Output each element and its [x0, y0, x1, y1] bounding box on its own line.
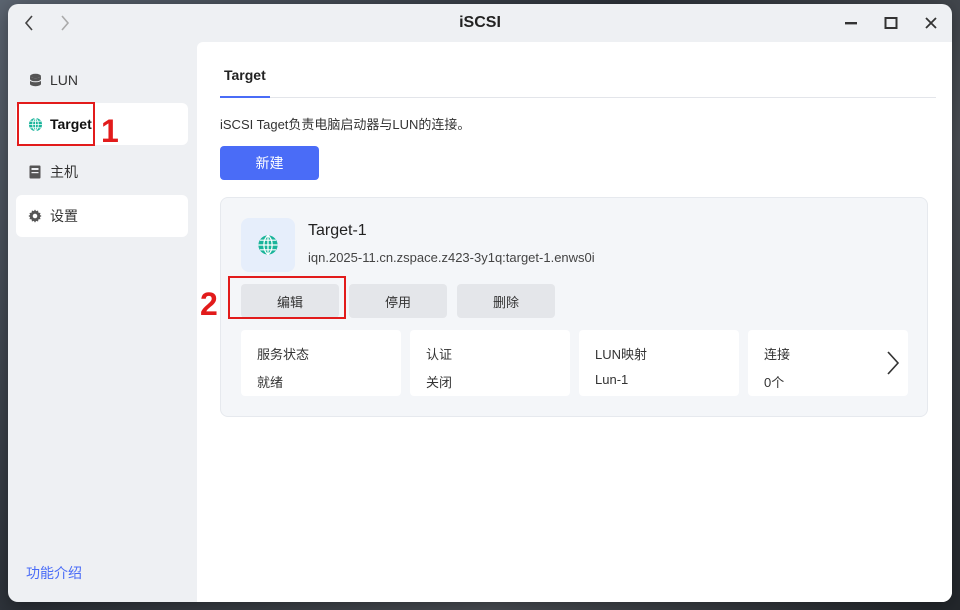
database-icon [27, 72, 43, 88]
annotation-box-edit [228, 276, 346, 319]
stat-service-status: 服务状态 就绪 [241, 330, 401, 396]
close-icon [925, 17, 937, 29]
target-icon-tile [241, 218, 295, 272]
sidebar-item-lun[interactable]: LUN [16, 59, 188, 101]
target-iqn: iqn.2025-11.cn.zspace.z423-3y1q:target-1… [308, 250, 595, 265]
maximize-button[interactable] [878, 12, 904, 34]
chevron-right-icon [887, 351, 900, 375]
delete-button[interactable]: 删除 [457, 284, 555, 318]
stat-value: 关闭 [426, 375, 453, 390]
sidebar-item-label: 设置 [50, 208, 78, 224]
stat-label: 服务状态 [257, 347, 310, 362]
target-name: Target-1 [308, 222, 367, 239]
sidebar-item-label: 主机 [50, 164, 78, 180]
new-target-button[interactable]: 新建 [220, 146, 319, 180]
title-bar: iSCSI [8, 4, 952, 42]
iscsi-window: iSCSI LUN Target 主机 设置 功能介绍 Target iSCSI… [8, 4, 952, 602]
gear-icon [27, 208, 43, 224]
tab-target[interactable]: Target [220, 54, 270, 98]
sidebar-item-host[interactable]: 主机 [16, 151, 188, 193]
annotation-box-target [17, 102, 95, 146]
tab-bar: Target [220, 54, 936, 98]
server-icon [27, 164, 43, 180]
close-button[interactable] [918, 12, 944, 34]
feature-intro-link[interactable]: 功能介绍 [26, 563, 82, 583]
chevron-right-icon [61, 15, 70, 31]
stats-next-button[interactable] [881, 346, 905, 380]
stat-authentication: 认证 关闭 [410, 330, 570, 396]
sidebar-item-label: LUN [50, 72, 79, 88]
globe-icon [258, 234, 278, 256]
minimize-button[interactable] [838, 12, 864, 34]
sidebar-item-settings[interactable]: 设置 [16, 195, 188, 237]
annotation-number-1: 1 [101, 113, 119, 149]
stat-label: LUN映射 [595, 347, 648, 362]
stat-value: Lun-1 [595, 372, 629, 387]
forward-button[interactable] [54, 13, 76, 33]
back-button[interactable] [18, 13, 40, 33]
main-panel: Target iSCSI Taget负责电脑启动器与LUN的连接。 新建 Tar… [197, 42, 952, 602]
maximize-icon [884, 17, 898, 29]
annotation-number-2: 2 [200, 286, 218, 322]
window-title: iSCSI [459, 14, 501, 31]
stat-value: 就绪 [257, 375, 284, 390]
disable-button[interactable]: 停用 [349, 284, 447, 318]
page-description: iSCSI Taget负责电脑启动器与LUN的连接。 [220, 117, 471, 132]
stat-label: 认证 [426, 347, 453, 362]
minimize-icon [845, 22, 857, 25]
stat-lun-mapping: LUN映射 Lun-1 [579, 330, 739, 396]
chevron-left-icon [24, 15, 33, 31]
